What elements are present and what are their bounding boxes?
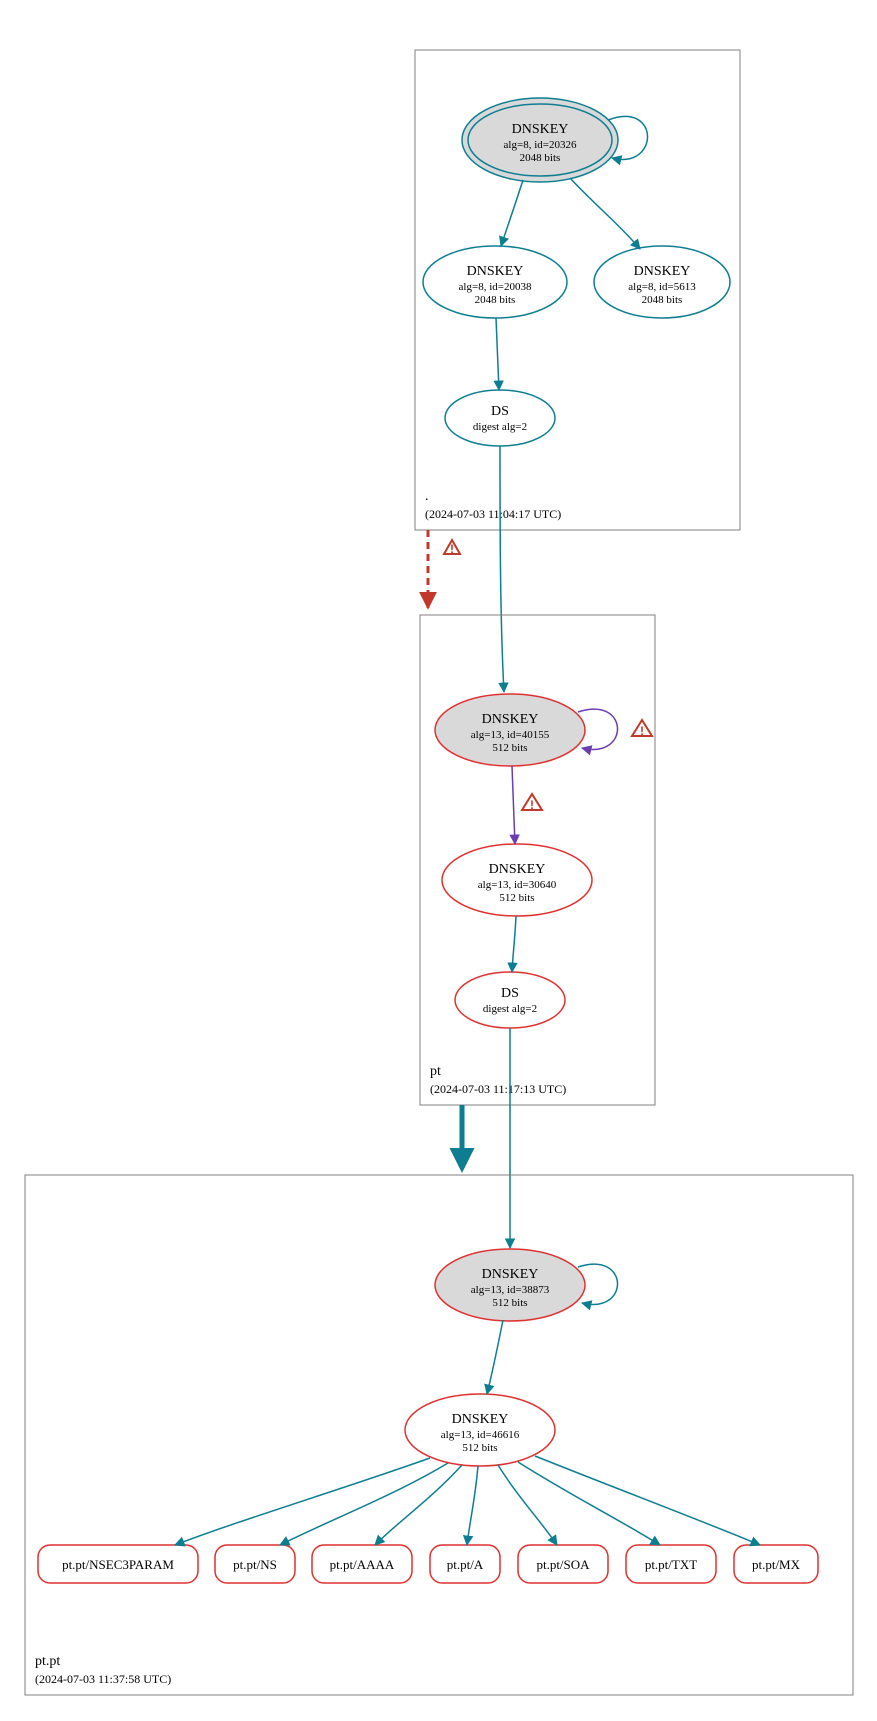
rrset-txt: pt.pt/TXT [626,1545,716,1583]
edge-ds-to-pt-ksk [500,446,504,692]
edge-zsk-to-ns [280,1463,448,1545]
dnssec-graph: . (2024-07-03 11:04:17 UTC) DNSKEY alg=8… [0,0,877,1721]
svg-text:DS: DS [491,404,509,419]
svg-text:2048 bits: 2048 bits [642,294,683,306]
edge-zsk-to-aaaa [375,1465,462,1545]
svg-text:!: ! [530,798,534,812]
svg-text:512 bits: 512 bits [499,892,534,904]
svg-text:pt.pt/MX: pt.pt/MX [752,1557,801,1572]
svg-text:alg=13, id=30640: alg=13, id=30640 [478,879,557,891]
svg-text:2048 bits: 2048 bits [520,152,561,164]
svg-text:pt.pt/SOA: pt.pt/SOA [536,1557,590,1572]
edge-root-ksk-to-5613 [570,178,640,249]
zone-pt-ts: (2024-07-03 11:17:13 UTC) [430,1082,566,1096]
svg-text:alg=13, id=40155: alg=13, id=40155 [471,729,550,741]
zone-root-ts: (2024-07-03 11:04:17 UTC) [425,507,561,521]
rrset-aaaa: pt.pt/AAAA [312,1545,412,1583]
zone-ptpt-name: pt.pt [35,1654,60,1669]
svg-text:DNSKEY: DNSKEY [452,1412,509,1427]
svg-text:pt.pt/AAAA: pt.pt/AAAA [330,1557,395,1572]
node-root-zsk-5613: DNSKEY alg=8, id=5613 2048 bits [594,246,730,318]
edge-root-ksk-to-20038 [501,180,523,246]
svg-text:alg=8, id=20038: alg=8, id=20038 [459,281,532,293]
svg-text:pt.pt/TXT: pt.pt/TXT [645,1557,697,1572]
svg-text:DS: DS [501,986,519,1001]
edge-pt-zsk-to-ds [512,916,516,972]
edge-zsk-to-a [467,1466,478,1545]
rrset-soa: pt.pt/SOA [518,1545,608,1583]
node-ptpt-ksk: DNSKEY alg=13, id=38873 512 bits [435,1249,585,1321]
svg-text:digest alg=2: digest alg=2 [473,421,527,433]
svg-text:pt.pt/A: pt.pt/A [447,1557,484,1572]
zone-pt-name: pt [430,1064,441,1079]
rrset-nsec3param: pt.pt/NSEC3PARAM [38,1545,198,1583]
svg-text:alg=8, id=20326: alg=8, id=20326 [504,139,577,151]
svg-text:512 bits: 512 bits [492,1297,527,1309]
svg-text:!: ! [450,542,454,556]
rrset-ns: pt.pt/NS [215,1545,295,1583]
svg-text:alg=8, id=5613: alg=8, id=5613 [628,281,696,293]
svg-text:DNSKEY: DNSKEY [512,122,569,137]
rrset-mx: pt.pt/MX [734,1545,818,1583]
node-root-zsk-20038: DNSKEY alg=8, id=20038 2048 bits [423,246,567,318]
edge-zsk-to-nsec3param [175,1458,430,1545]
svg-text:512 bits: 512 bits [492,742,527,754]
svg-text:DNSKEY: DNSKEY [482,1267,539,1282]
warning-icon-delegation: ! [444,540,460,556]
svg-text:DNSKEY: DNSKEY [489,862,546,877]
node-ptpt-zsk: DNSKEY alg=13, id=46616 512 bits [405,1394,555,1466]
zone-root-name: . [425,489,429,504]
warning-icon-pt-ksk-self: ! [632,720,652,738]
node-pt-ksk: DNSKEY alg=13, id=40155 512 bits [435,694,585,766]
edge-ptpt-ksk-to-zsk [487,1320,503,1394]
svg-text:DNSKEY: DNSKEY [467,264,524,279]
svg-text:pt.pt/NS: pt.pt/NS [233,1557,277,1572]
rrset-a: pt.pt/A [430,1545,500,1583]
svg-text:2048 bits: 2048 bits [475,294,516,306]
svg-text:DNSKEY: DNSKEY [482,712,539,727]
node-root-ds: DS digest alg=2 [445,390,555,446]
node-root-ksk: DNSKEY alg=8, id=20326 2048 bits [462,98,618,182]
svg-text:pt.pt/NSEC3PARAM: pt.pt/NSEC3PARAM [62,1557,174,1572]
edge-zsk-to-txt [518,1462,660,1545]
edge-pt-ksk-to-zsk [512,766,515,844]
edge-20038-to-ds [496,318,499,390]
warning-icon-pt-ksk-to-zsk: ! [522,794,542,812]
svg-text:DNSKEY: DNSKEY [634,264,691,279]
svg-text:!: ! [640,724,644,738]
svg-text:alg=13, id=38873: alg=13, id=38873 [471,1284,550,1296]
edge-zsk-to-soa [498,1465,557,1545]
svg-text:digest alg=2: digest alg=2 [483,1003,537,1015]
svg-text:alg=13, id=46616: alg=13, id=46616 [441,1429,520,1441]
edge-zsk-to-mx [535,1456,760,1545]
zone-ptpt-ts: (2024-07-03 11:37:58 UTC) [35,1672,171,1686]
node-pt-ds: DS digest alg=2 [455,972,565,1028]
node-pt-zsk: DNSKEY alg=13, id=30640 512 bits [442,844,592,916]
svg-text:512 bits: 512 bits [462,1442,497,1454]
